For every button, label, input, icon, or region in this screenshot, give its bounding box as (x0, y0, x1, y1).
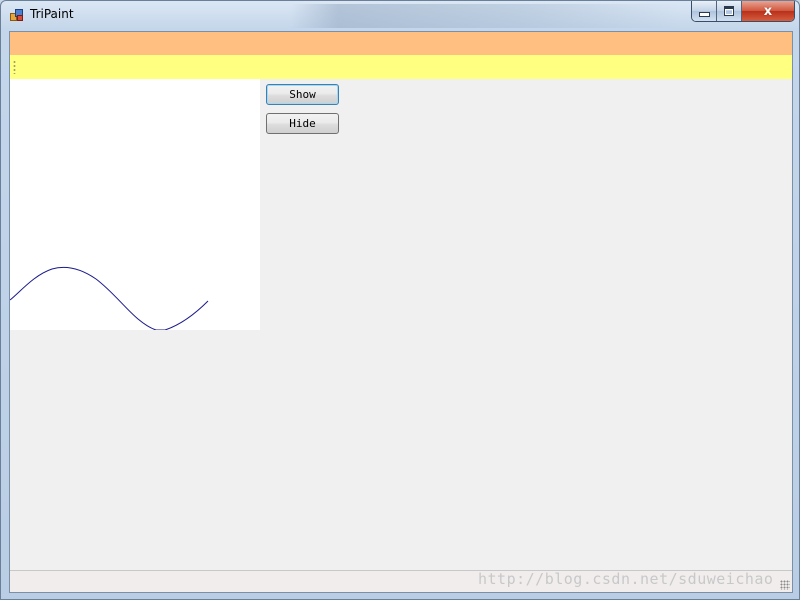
sine-curve (10, 266, 209, 330)
toolstrip-grip-icon[interactable] (13, 60, 16, 74)
window-title: TriPaint (30, 7, 74, 21)
client-area: Show Hide (9, 31, 793, 593)
app-icon[interactable] (10, 9, 24, 22)
resize-grip-icon[interactable] (780, 580, 790, 590)
maximize-button[interactable] (717, 1, 742, 21)
app-window: TriPaint x Show Hide http://blog.csdn.ne… (0, 0, 800, 600)
hide-button[interactable]: Hide (266, 113, 339, 134)
title-bar-background (291, 4, 681, 28)
canvas-svg (10, 266, 209, 330)
drawing-canvas[interactable] (10, 79, 260, 330)
window-controls: x (691, 1, 795, 22)
minimize-button[interactable] (692, 1, 717, 21)
menu-strip[interactable] (10, 32, 792, 55)
close-button[interactable]: x (742, 1, 794, 21)
tool-strip[interactable] (10, 55, 792, 79)
watermark-text: http://blog.csdn.net/sduweichao (478, 570, 774, 588)
show-button[interactable]: Show (266, 84, 339, 105)
minimize-icon (698, 11, 710, 17)
maximize-icon (724, 6, 734, 16)
title-bar[interactable]: TriPaint x (1, 1, 799, 30)
close-icon: x (763, 3, 773, 19)
